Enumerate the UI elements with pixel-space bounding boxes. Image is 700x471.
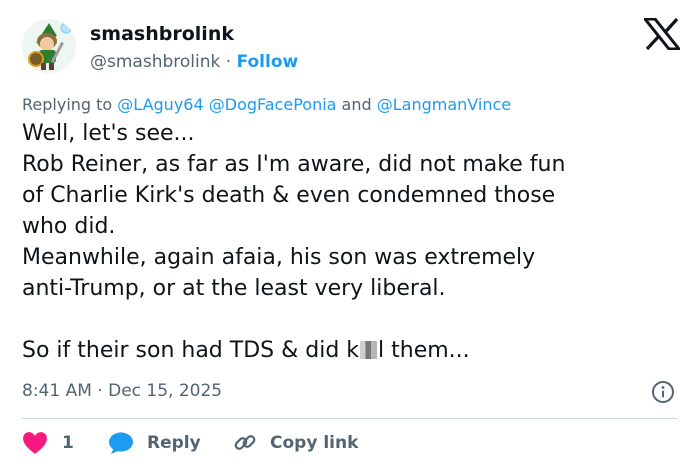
tweet-time: 8:41 AM (22, 381, 92, 401)
tweet-line: Well, let's see... (22, 121, 195, 146)
like-count: 1 (62, 433, 74, 453)
like-button[interactable]: 1 (22, 431, 74, 455)
handle-separator: · (225, 52, 232, 72)
timestamp-separator: · (97, 381, 103, 401)
tweet-line: anti-Trump, or at the least very liberal… (22, 276, 446, 301)
link-icon (234, 435, 256, 450)
tweet-text: Well, let's see... Rob Reiner, as far as… (22, 118, 682, 366)
replying-to-conjunction: and (341, 95, 372, 114)
tweet-text-before-censor: So if their son had TDS & did k (22, 338, 360, 363)
speech-bubble-icon (109, 432, 133, 454)
copy-link-label: Copy link (270, 433, 359, 453)
handle[interactable]: @smashbrolink (90, 52, 220, 72)
censor-pixelation (360, 341, 378, 359)
mention-langmanvince[interactable]: @LangmanVince (377, 95, 511, 114)
tweet-card: smashbrolink @smashbrolink · Follow Repl… (0, 0, 700, 471)
tweet-line: who did. (22, 214, 116, 239)
tweet-line: Rob Reiner, as far as I'm aware, did not… (22, 152, 566, 177)
replying-to-label: Replying to (22, 95, 113, 114)
mention-dogfaceponia[interactable]: @DogFacePonia (209, 95, 337, 114)
tweet-line: of Charlie Kirk's death & even condemned… (22, 183, 556, 208)
reply-label: Reply (147, 433, 201, 453)
avatar-image (22, 19, 76, 73)
tweet-date: Dec 15, 2025 (108, 381, 223, 401)
replying-to: Replying to @LAguy64 @DogFacePonia and @… (22, 94, 511, 116)
reply-button[interactable]: Reply (108, 431, 201, 455)
display-name[interactable]: smashbrolink (90, 22, 298, 46)
timestamp[interactable]: 8:41 AM · Dec 15, 2025 (22, 380, 222, 402)
tweet-line-last: So if their son had TDS & did k l them... (22, 335, 682, 366)
copy-link-button[interactable]: Copy link (232, 431, 358, 455)
handle-row: @smashbrolink · Follow (90, 51, 298, 73)
info-icon[interactable] (651, 380, 675, 404)
follow-button[interactable]: Follow (237, 52, 299, 72)
mention-laguy64[interactable]: @LAguy64 (117, 95, 203, 114)
user-info: smashbrolink @smashbrolink · Follow (90, 22, 298, 73)
avatar[interactable] (22, 19, 76, 73)
x-logo-icon[interactable] (641, 17, 683, 51)
heart-icon (23, 432, 47, 454)
tweet-line: Meanwhile, again afaia, his son was extr… (22, 245, 536, 270)
tweet-text-after-censor: l them... (378, 338, 470, 363)
divider (22, 418, 678, 419)
